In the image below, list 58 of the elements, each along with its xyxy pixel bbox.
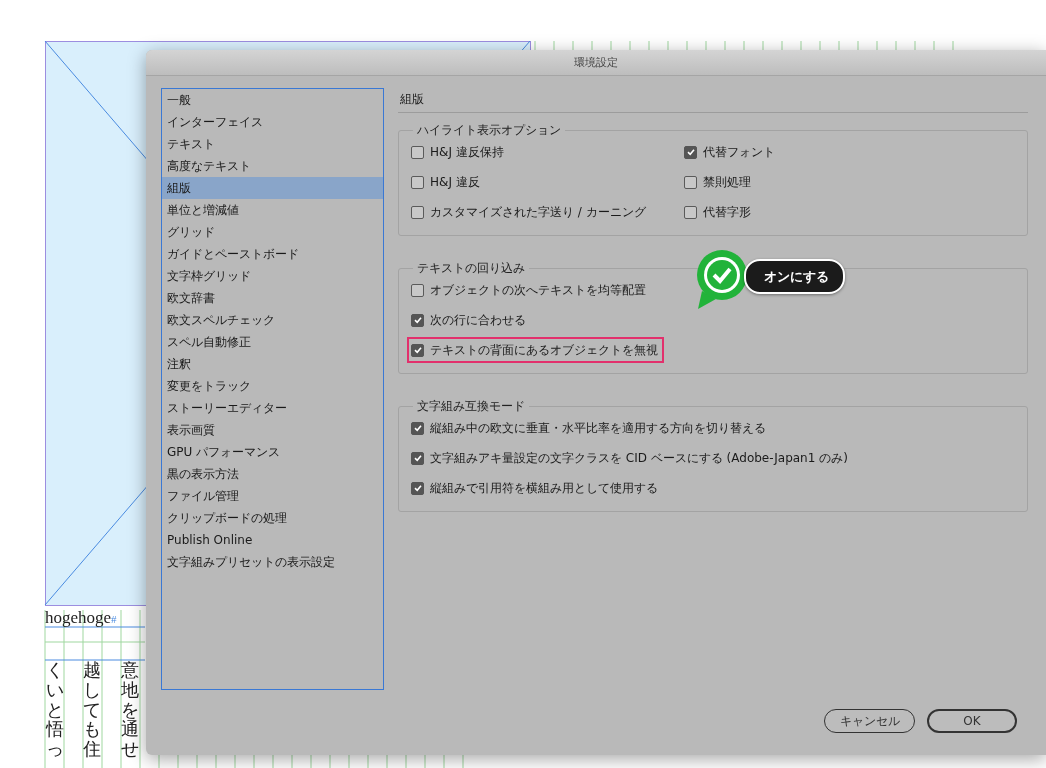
group-title: 文字組み互換モード: [416, 398, 526, 415]
checkbox[interactable]: [411, 343, 424, 357]
checkbox[interactable]: [411, 145, 424, 159]
vertical-text: 越しても住: [83, 660, 101, 759]
category-item[interactable]: Publish Online: [162, 529, 383, 551]
checkbox[interactable]: [411, 451, 424, 465]
checkbox-label[interactable]: 次の行に合わせる: [430, 311, 526, 329]
category-item[interactable]: 文字組みプリセットの表示設定: [162, 551, 383, 573]
window-title: 環境設定: [574, 55, 618, 70]
checkbox[interactable]: [684, 205, 697, 219]
category-item[interactable]: 注釈: [162, 353, 383, 375]
checkbox-label[interactable]: 代替フォント: [703, 143, 775, 161]
category-item[interactable]: グリッド: [162, 221, 383, 243]
checkbox-label[interactable]: オブジェクトの次へテキストを均等配置: [430, 281, 646, 299]
checkbox[interactable]: [684, 175, 697, 189]
checkbox-label[interactable]: カスタマイズされた字送り / カーニング: [430, 203, 646, 221]
group-title: テキストの回り込み: [416, 260, 526, 277]
checkbox[interactable]: [411, 175, 424, 189]
checkbox[interactable]: [411, 421, 424, 435]
category-item[interactable]: インターフェイス: [162, 111, 383, 133]
callout-label: オンにする: [744, 259, 845, 294]
category-item[interactable]: クリップボードの処理: [162, 507, 383, 529]
frame-text: hogehoge#: [45, 608, 117, 628]
vertical-text: くいと悟っ: [46, 660, 64, 759]
checkbox-label[interactable]: 代替字形: [703, 203, 751, 221]
cancel-button[interactable]: キャンセル: [824, 709, 915, 733]
category-item[interactable]: ファイル管理: [162, 485, 383, 507]
checkbox[interactable]: [411, 481, 424, 495]
category-item[interactable]: スペル自動修正: [162, 331, 383, 353]
category-item[interactable]: 文字枠グリッド: [162, 265, 383, 287]
category-item[interactable]: ストーリーエディター: [162, 397, 383, 419]
checkbox-label[interactable]: 文字組みアキ量設定の文字クラスを CID ベースにする (Adobe-Japan1 のみ): [430, 449, 848, 467]
checkbox-label[interactable]: 縦組み中の欧文に垂直・水平比率を適用する方向を切り替える: [430, 419, 766, 437]
checkbox[interactable]: [411, 205, 424, 219]
checkbox-label[interactable]: H&J 違反保持: [430, 143, 504, 161]
checkbox-label[interactable]: 禁則処理: [703, 173, 751, 191]
category-item[interactable]: GPU パフォーマンス: [162, 441, 383, 463]
category-item[interactable]: 単位と増減値: [162, 199, 383, 221]
checkbox[interactable]: [411, 283, 424, 297]
category-item[interactable]: 黒の表示方法: [162, 463, 383, 485]
category-item[interactable]: 組版: [162, 177, 383, 199]
category-item[interactable]: 欧文辞書: [162, 287, 383, 309]
vertical-text: 意地を通せ: [121, 660, 139, 759]
checkbox-label[interactable]: テキストの背面にあるオブジェクトを無視: [430, 341, 658, 359]
category-item[interactable]: ガイドとペーストボード: [162, 243, 383, 265]
checkbox[interactable]: [684, 145, 697, 159]
ok-button[interactable]: OK: [927, 709, 1017, 733]
category-item[interactable]: 変更をトラック: [162, 375, 383, 397]
checkbox-label[interactable]: 縦組みで引用符を横組み用として使用する: [430, 479, 658, 497]
category-item[interactable]: 高度なテキスト: [162, 155, 383, 177]
category-item[interactable]: 欧文スペルチェック: [162, 309, 383, 331]
category-item[interactable]: 表示画質: [162, 419, 383, 441]
category-item[interactable]: テキスト: [162, 133, 383, 155]
group-title: ハイライト表示オプション: [416, 122, 562, 139]
checkbox-label[interactable]: H&J 違反: [430, 173, 480, 191]
checkbox[interactable]: [411, 313, 424, 327]
section-title: 組版: [398, 88, 1028, 113]
category-item[interactable]: 一般: [162, 89, 383, 111]
